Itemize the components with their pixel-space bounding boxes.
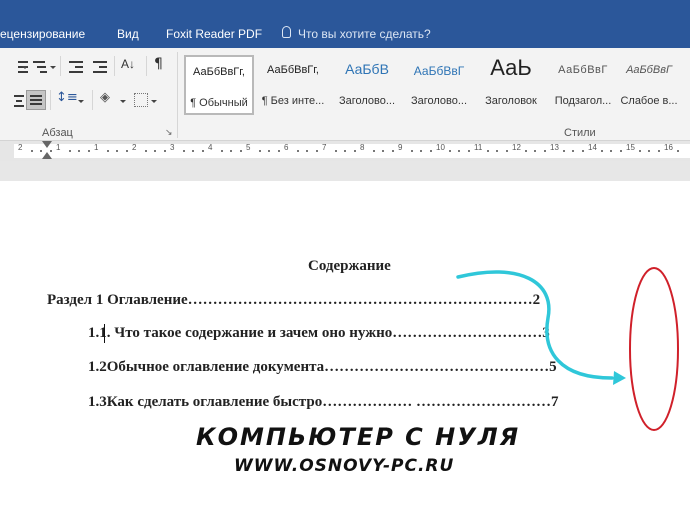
red-circle-annotation: [629, 267, 679, 431]
watermark-title: КОМПЬЮТЕР С НУЛЯ: [196, 423, 521, 451]
arrow-head-icon: [613, 371, 626, 385]
torn-edge-right: [690, 0, 700, 523]
watermark-url: WWW.OSNOVY-PC.RU: [234, 456, 455, 476]
torn-edge-bottom: [0, 505, 700, 523]
word-window: ецензирование Вид Foxit Reader PDF Что в…: [0, 0, 700, 523]
arrow-annotation-line: [456, 270, 614, 380]
